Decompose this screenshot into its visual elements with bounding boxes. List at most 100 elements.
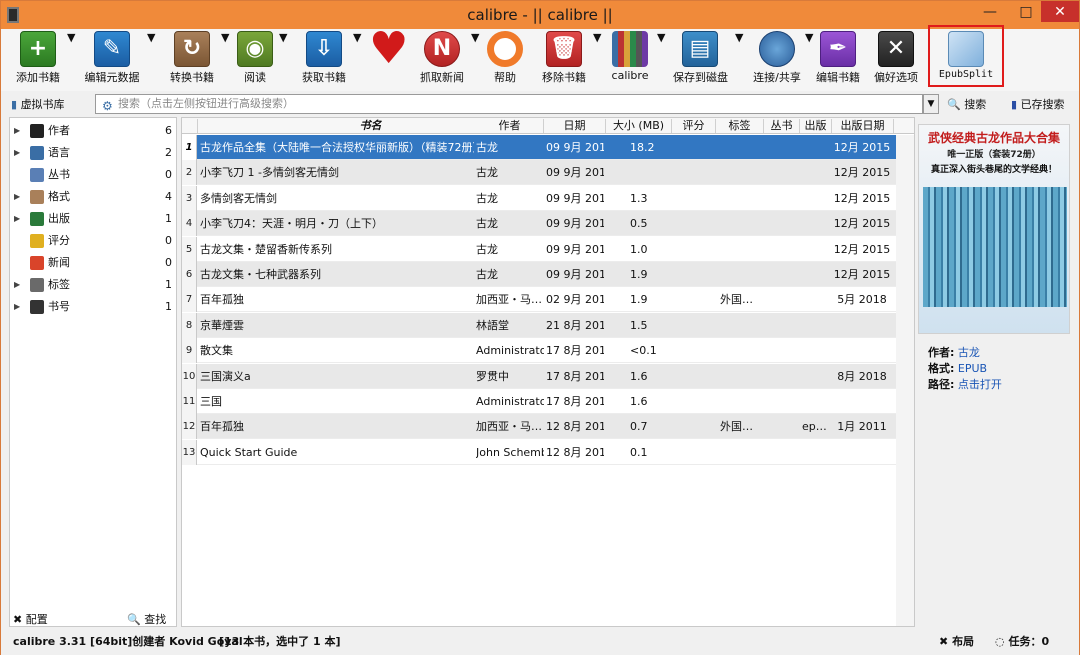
- table-row[interactable]: 8京華煙雲 林語堂 21 8月 2018 1.5: [182, 312, 896, 338]
- saved-search-button[interactable]: ▮ 已存搜索: [1011, 96, 1065, 112]
- remove-book-button[interactable]: 🗑 移除书籍: [539, 31, 589, 89]
- table-row[interactable]: 11三国 Administrator17 8月 2018 1.6: [182, 389, 896, 414]
- cell-size: 1.9: [630, 293, 648, 307]
- path-link[interactable]: 点击打开: [958, 378, 1002, 391]
- row-number[interactable]: 4: [182, 211, 197, 237]
- expand-arrow-icon[interactable]: ▶: [14, 186, 20, 208]
- cell-date: 09 9月 2018: [546, 191, 604, 205]
- table-row[interactable]: 12百年孤独 加西亚・马… 12 8月 2018 0.7 外国… ep… 1月 2011: [182, 414, 896, 440]
- save-disk-dropdown[interactable]: ▼: [735, 31, 743, 89]
- expand-arrow-icon[interactable]: ▶: [14, 296, 20, 318]
- search-history-dropdown[interactable]: ▼: [923, 94, 939, 114]
- virtual-library-icon: ▮: [11, 98, 21, 111]
- tag-category-row[interactable]: 评分 0: [10, 230, 176, 252]
- table-row[interactable]: 10三国演义a 罗贯中 17 8月 2018 1.6 8月 2018: [182, 363, 896, 389]
- save-disk-button[interactable]: ▤ 保存到磁盘: [673, 31, 728, 89]
- row-number[interactable]: 5: [182, 236, 197, 262]
- convert-book-button[interactable]: ↻ 转换书籍: [167, 31, 217, 89]
- row-number[interactable]: 1: [182, 135, 197, 160]
- column-publisher[interactable]: 出版: [800, 119, 832, 133]
- expand-arrow-icon[interactable]: ▶: [14, 142, 20, 164]
- library-dropdown[interactable]: ▼: [657, 31, 665, 89]
- row-number[interactable]: 11: [182, 389, 197, 414]
- table-row[interactable]: 13Quick Start Guide John Schember12 8月 20…: [182, 439, 896, 465]
- row-number[interactable]: 8: [182, 312, 197, 338]
- cell-author: 古龙: [476, 217, 498, 231]
- row-number[interactable]: 12: [182, 414, 197, 440]
- minimize-button[interactable]: —: [971, 1, 1009, 25]
- virtual-library-button[interactable]: ▮ 虚拟书库: [11, 96, 65, 112]
- author-link[interactable]: 古龙: [958, 346, 980, 359]
- get-books-button[interactable]: ⇩ 获取书籍: [299, 31, 349, 89]
- row-number[interactable]: 13: [182, 439, 197, 465]
- search-input[interactable]: ⚙ 搜索（点击左侧按钮进行高级搜索）: [95, 94, 923, 114]
- advanced-search-gear-icon[interactable]: ⚙: [102, 97, 113, 115]
- expand-arrow-icon[interactable]: ▶: [14, 274, 20, 296]
- row-number[interactable]: 6: [182, 262, 197, 287]
- heart-button[interactable]: [367, 31, 407, 89]
- convert-book-dropdown[interactable]: ▼: [221, 31, 229, 89]
- table-row[interactable]: 4小李飞刀4：天涯・明月・刀（上下） 古龙 09 9月 2018 0.5 12月 201…: [182, 211, 896, 237]
- close-button[interactable]: ✕: [1041, 1, 1079, 22]
- cell-date: 12 8月 2018: [546, 445, 604, 459]
- table-row[interactable]: 1 古龙作品全集（大陆唯一合法授权华丽新版）（精装72册） 古龙 09 9月 20 18…: [182, 135, 896, 160]
- tag-category-row[interactable]: ▶ 标签 1: [10, 274, 176, 296]
- column-tags[interactable]: 标签: [716, 119, 764, 133]
- expand-arrow-icon[interactable]: ▶: [14, 208, 20, 230]
- table-row[interactable]: 7百年孤独 加西亚・马… 02 9月 2018 1.9 外国… 5月 2018: [182, 287, 896, 313]
- column-size[interactable]: 大小 (MB): [606, 119, 672, 133]
- column-date[interactable]: 日期: [544, 119, 606, 133]
- table-row[interactable]: 3多情剑客无情剑 古龙 09 9月 2018 1.3 12月 2015: [182, 185, 896, 211]
- tag-category-row[interactable]: 丛书 0: [10, 164, 176, 186]
- fetch-news-button[interactable]: N 抓取新闻: [417, 31, 467, 89]
- tag-category-row[interactable]: ▶ 格式 4: [10, 186, 176, 208]
- find-button[interactable]: 🔍 查找: [127, 611, 166, 627]
- table-row[interactable]: 6古龙文集・七种武器系列 古龙 09 9月 2018 1.9 12月 2015: [182, 262, 896, 287]
- cell-publisher: ep…: [802, 420, 827, 434]
- edit-metadata-dropdown[interactable]: ▼: [147, 31, 155, 89]
- column-author[interactable]: 作者: [476, 119, 544, 133]
- read-dropdown[interactable]: ▼: [279, 31, 287, 89]
- connect-share-button[interactable]: 连接/共享: [751, 31, 803, 89]
- fetch-news-dropdown[interactable]: ▼: [471, 31, 479, 89]
- row-number[interactable]: 10: [182, 363, 197, 389]
- row-number[interactable]: 9: [182, 338, 197, 364]
- table-row[interactable]: 9散文集 Administrator17 8月 2018 <0.1: [182, 338, 896, 364]
- tag-category-row[interactable]: ▶ 出版 1: [10, 208, 176, 230]
- cell-pubdate: 1月 2011: [837, 420, 887, 434]
- library-button[interactable]: calibre: [607, 31, 653, 89]
- row-number[interactable]: 3: [182, 185, 197, 211]
- row-number[interactable]: 2: [182, 160, 197, 186]
- tag-category-row[interactable]: ▶ 书号 1: [10, 296, 176, 318]
- jobs-indicator[interactable]: ◌ 任务：0: [995, 631, 1049, 653]
- column-pubdate[interactable]: 出版日期: [832, 119, 894, 133]
- remove-book-dropdown[interactable]: ▼: [593, 31, 601, 89]
- tag-category-row[interactable]: 新闻 0: [10, 252, 176, 274]
- add-book-dropdown[interactable]: ▼: [67, 31, 75, 89]
- tag-category-row[interactable]: ▶ 作者 6: [10, 120, 176, 142]
- expand-arrow-icon[interactable]: ▶: [14, 120, 20, 142]
- vertical-scrollbar[interactable]: [896, 135, 914, 626]
- edit-metadata-button[interactable]: ✎ 编辑元数据: [81, 31, 143, 89]
- tag-category-row[interactable]: ▶ 语言 2: [10, 142, 176, 164]
- get-books-dropdown[interactable]: ▼: [353, 31, 361, 89]
- edit-book-button[interactable]: ✒ 编辑书籍: [813, 31, 863, 89]
- maximize-button[interactable]: □: [1011, 1, 1041, 25]
- column-series[interactable]: 丛书: [764, 119, 800, 133]
- column-rating[interactable]: 评分: [672, 119, 716, 133]
- read-button[interactable]: ◉ 阅读: [237, 31, 273, 89]
- add-book-button[interactable]: + 添加书籍: [13, 31, 63, 89]
- book-cover[interactable]: 武侠经典古龙作品大合集 唯一正版（套装72册） 真正深入街头巷尾的文学经典！: [918, 124, 1070, 334]
- search-button[interactable]: 🔍 搜索: [947, 96, 986, 112]
- table-row[interactable]: 2小李飞刀 1 -多情剑客无情剑 古龙 09 9月 2018 12月 2015: [182, 160, 896, 186]
- table-row[interactable]: 5古龙文集・楚留香新传系列 古龙 09 9月 2018 1.0 12月 2015: [182, 236, 896, 262]
- cell-tags: 外国…: [720, 420, 753, 434]
- format-link[interactable]: EPUB: [958, 362, 987, 375]
- row-number[interactable]: 7: [182, 287, 197, 313]
- layout-button[interactable]: ✖ 布局: [939, 631, 974, 653]
- cell-size: 1.6: [630, 395, 648, 408]
- help-button[interactable]: 帮助: [485, 31, 525, 89]
- preferences-button[interactable]: ✕ 偏好选项: [871, 31, 921, 89]
- configure-button[interactable]: ✖ 配置: [13, 611, 48, 627]
- tag-category-name: 丛书: [48, 168, 70, 181]
